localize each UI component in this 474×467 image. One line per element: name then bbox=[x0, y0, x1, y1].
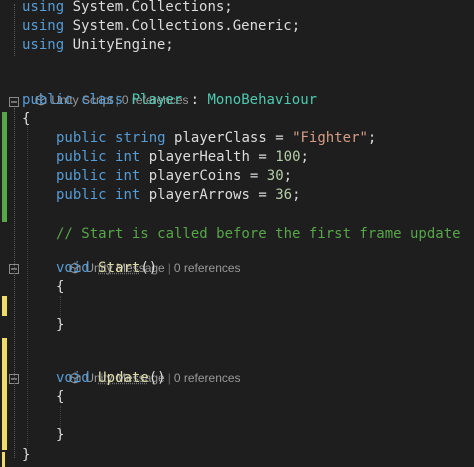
field-value: 100 bbox=[275, 149, 301, 165]
code-line-field[interactable]: public int playerArrows = 36; bbox=[56, 186, 301, 205]
semicolon: ; bbox=[283, 168, 293, 184]
codelens-start[interactable]: Unity Message | 0 references bbox=[56, 244, 241, 275]
code-line-field[interactable]: public int playerHealth = 100; bbox=[56, 148, 309, 167]
indent-guide bbox=[60, 406, 61, 428]
class-name: Player bbox=[131, 92, 183, 108]
parentheses: () bbox=[140, 260, 158, 276]
brace: { bbox=[56, 389, 65, 405]
code-line-close-brace[interactable]: } bbox=[56, 316, 64, 335]
fold-guide-line bbox=[14, 4, 15, 56]
collapse-icon[interactable] bbox=[9, 97, 19, 107]
brace: } bbox=[56, 427, 65, 443]
namespace: System.Collections; bbox=[72, 0, 233, 15]
codelens-references[interactable]: 0 references bbox=[174, 261, 241, 275]
field-name: playerCoins bbox=[148, 168, 242, 184]
keyword-using: using bbox=[22, 0, 65, 15]
unsaved-change-bar bbox=[2, 338, 7, 450]
keyword-void: void bbox=[56, 260, 90, 276]
code-line-using[interactable]: using System.Collections.Generic; bbox=[22, 17, 300, 36]
keyword-using: using bbox=[22, 37, 65, 53]
operator: = bbox=[249, 168, 259, 184]
field-value: 30 bbox=[266, 168, 284, 184]
indent-guide bbox=[27, 124, 28, 446]
code-line-class-decl[interactable]: public class Player : MonoBehaviour bbox=[22, 91, 317, 110]
field-type: string bbox=[115, 130, 166, 146]
code-line-close-brace[interactable]: } bbox=[22, 446, 30, 465]
operator: = bbox=[258, 187, 267, 203]
base-class-name: MonoBehaviour bbox=[207, 92, 318, 108]
namespace: UnityEngine; bbox=[72, 37, 174, 53]
code-line-close-brace[interactable]: } bbox=[56, 426, 64, 445]
parentheses: () bbox=[148, 370, 166, 386]
unsaved-change-bar bbox=[2, 452, 5, 467]
keyword-public: public bbox=[56, 149, 107, 165]
semicolon: ; bbox=[367, 130, 377, 146]
code-line-field[interactable]: public int playerCoins = 30; bbox=[56, 167, 292, 186]
keyword-using: using bbox=[22, 18, 65, 34]
codelens-update[interactable]: Unity Message | 0 references bbox=[56, 354, 241, 385]
field-value: "Fighter" bbox=[292, 130, 368, 146]
field-value: 36 bbox=[275, 187, 293, 203]
brace: { bbox=[22, 111, 31, 127]
keyword-public: public bbox=[22, 92, 73, 108]
code-line-using[interactable]: using System.Collections; bbox=[22, 0, 233, 17]
keyword-class: class bbox=[81, 92, 124, 108]
saved-change-bar bbox=[2, 112, 7, 222]
colon: : bbox=[190, 92, 200, 108]
indent-guide bbox=[60, 296, 61, 318]
codelens-references[interactable]: 0 references bbox=[174, 371, 241, 385]
operator: = bbox=[275, 130, 284, 146]
field-name: playerArrows bbox=[148, 187, 250, 203]
keyword-public: public bbox=[56, 168, 107, 184]
code-line-using[interactable]: using UnityEngine; bbox=[22, 36, 174, 55]
field-name: playerHealth bbox=[148, 149, 250, 165]
method-name: Update bbox=[98, 370, 149, 386]
code-line-open-brace[interactable]: { bbox=[56, 388, 64, 407]
semicolon: ; bbox=[292, 187, 301, 203]
fold-guide-line bbox=[14, 108, 15, 458]
code-editor[interactable]: using System.Collections; using System.C… bbox=[0, 0, 474, 467]
field-type: int bbox=[115, 187, 141, 203]
field-type: int bbox=[115, 149, 141, 165]
code-line-field[interactable]: public string playerClass = "Fighter"; bbox=[56, 129, 376, 148]
code-line-open-brace[interactable]: { bbox=[22, 110, 30, 129]
brace: { bbox=[56, 279, 65, 295]
field-type: int bbox=[115, 168, 141, 184]
code-line-open-brace[interactable]: { bbox=[56, 278, 64, 297]
brace: } bbox=[56, 317, 65, 333]
semicolon: ; bbox=[300, 149, 309, 165]
field-name: playerClass bbox=[174, 130, 267, 146]
namespace: System.Collections.Generic; bbox=[72, 18, 301, 34]
codelens-class[interactable]: Unity Script | 0 references bbox=[22, 76, 189, 107]
comment: // Start is called before the first fram… bbox=[56, 226, 461, 242]
method-name: Start bbox=[98, 260, 141, 276]
code-line-method-start[interactable]: void Start() bbox=[56, 259, 157, 278]
keyword-void: void bbox=[56, 370, 90, 386]
operator: = bbox=[258, 149, 267, 165]
unsaved-change-bar bbox=[2, 296, 7, 316]
brace: } bbox=[22, 447, 31, 463]
keyword-public: public bbox=[56, 187, 107, 203]
code-line-method-update[interactable]: void Update() bbox=[56, 369, 166, 388]
keyword-public: public bbox=[56, 130, 107, 146]
code-line-comment[interactable]: // Start is called before the first fram… bbox=[56, 225, 461, 244]
